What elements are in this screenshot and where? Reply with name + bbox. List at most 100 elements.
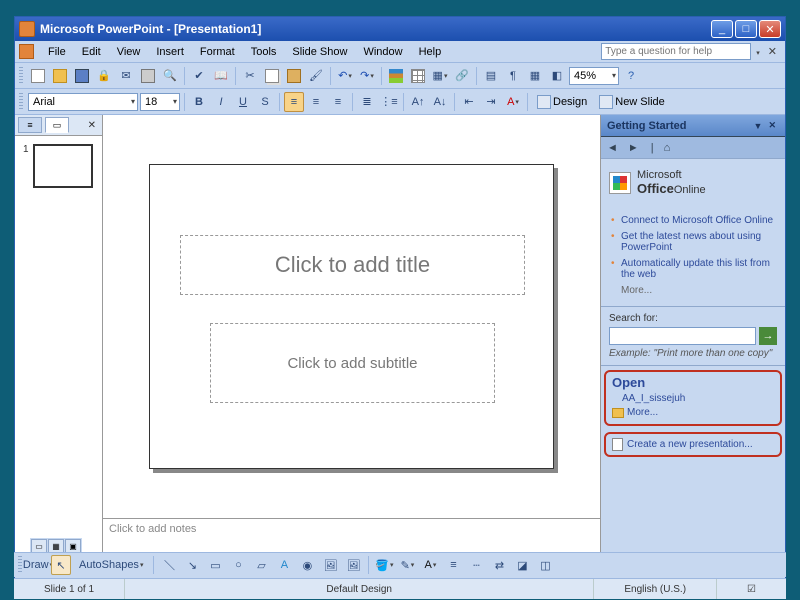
- decrease-font-button[interactable]: A↓: [430, 92, 450, 112]
- copy-button[interactable]: [262, 66, 282, 86]
- menu-window[interactable]: Window: [355, 44, 410, 60]
- print-preview-button[interactable]: 🔍: [160, 66, 180, 86]
- draw-menu[interactable]: Draw: [28, 555, 48, 575]
- save-button[interactable]: [72, 66, 92, 86]
- underline-button[interactable]: U: [233, 92, 253, 112]
- numbering-button[interactable]: ≣: [357, 92, 377, 112]
- diagram-button[interactable]: ◉: [297, 555, 317, 575]
- menu-slideshow[interactable]: Slide Show: [284, 44, 355, 60]
- title-placeholder[interactable]: Click to add title: [180, 235, 525, 295]
- font-size-combo[interactable]: 18: [140, 93, 180, 111]
- doc-close-button[interactable]: ✕: [764, 45, 781, 58]
- email-button[interactable]: ✉: [116, 66, 136, 86]
- align-left-button[interactable]: ≡: [284, 92, 304, 112]
- insert-picture-button[interactable]: 🖼: [343, 555, 363, 575]
- undo-button[interactable]: ↶: [335, 66, 355, 86]
- create-new-presentation-link[interactable]: Create a new presentation...: [612, 438, 774, 451]
- link-latest-news[interactable]: Get the latest news about using PowerPoi…: [621, 231, 775, 253]
- search-go-button[interactable]: →: [759, 327, 777, 345]
- fill-color-button[interactable]: 🪣: [374, 555, 394, 575]
- toolbar-handle[interactable]: [19, 93, 23, 111]
- taskpane-home-button[interactable]: ⌂: [664, 142, 671, 154]
- new-slide-button[interactable]: New Slide: [594, 92, 670, 112]
- insert-hyperlink-button[interactable]: 🔗: [452, 66, 472, 86]
- draw-font-color-button[interactable]: A: [420, 555, 440, 575]
- oval-button[interactable]: ○: [228, 555, 248, 575]
- menu-insert[interactable]: Insert: [148, 44, 192, 60]
- cut-button[interactable]: ✂: [240, 66, 260, 86]
- spelling-button[interactable]: ✔: [189, 66, 209, 86]
- bold-button[interactable]: B: [189, 92, 209, 112]
- print-button[interactable]: [138, 66, 158, 86]
- link-connect-office-online[interactable]: Connect to Microsoft Office Online: [621, 215, 775, 226]
- menu-edit[interactable]: Edit: [74, 44, 109, 60]
- 3d-style-button[interactable]: ◫: [535, 555, 555, 575]
- menu-format[interactable]: Format: [192, 44, 243, 60]
- rectangle-button[interactable]: ▭: [205, 555, 225, 575]
- permission-button[interactable]: 🔒: [94, 66, 114, 86]
- decrease-indent-button[interactable]: ⇤: [459, 92, 479, 112]
- subtitle-placeholder[interactable]: Click to add subtitle: [210, 323, 495, 403]
- zoom-combo[interactable]: 45%: [569, 67, 619, 85]
- insert-chart-button[interactable]: [386, 66, 406, 86]
- align-center-button[interactable]: ≡: [306, 92, 326, 112]
- italic-button[interactable]: I: [211, 92, 231, 112]
- taskpane-forward-button[interactable]: ►: [628, 142, 639, 154]
- line-style-button[interactable]: ≡: [443, 555, 463, 575]
- menu-file[interactable]: File: [40, 44, 74, 60]
- slides-tab[interactable]: ▭: [45, 117, 69, 133]
- taskpane-dropdown[interactable]: ▼: [751, 121, 766, 131]
- font-combo[interactable]: Arial: [28, 93, 138, 111]
- textbox-button[interactable]: ▱: [251, 555, 271, 575]
- show-grid-button[interactable]: ▦: [525, 66, 545, 86]
- increase-indent-button[interactable]: ⇥: [481, 92, 501, 112]
- link-more[interactable]: More...: [621, 285, 775, 296]
- autoshapes-menu[interactable]: AutoShapes: [74, 555, 148, 575]
- shadow-button[interactable]: S: [255, 92, 275, 112]
- taskpane-back-button[interactable]: ◄: [607, 142, 618, 154]
- menu-help[interactable]: Help: [411, 44, 450, 60]
- dash-style-button[interactable]: ┄: [466, 555, 486, 575]
- help-question-input[interactable]: [601, 43, 751, 60]
- close-button[interactable]: ✕: [759, 20, 781, 38]
- color-grayscale-button[interactable]: ◧: [547, 66, 567, 86]
- notes-pane[interactable]: Click to add notes: [103, 518, 600, 553]
- slide-canvas[interactable]: Click to add title Click to add subtitle: [103, 115, 600, 518]
- line-button[interactable]: ＼: [159, 555, 179, 575]
- research-button[interactable]: 📖: [211, 66, 231, 86]
- minimize-button[interactable]: _: [711, 20, 733, 38]
- arrow-button[interactable]: ↘: [182, 555, 202, 575]
- paste-button[interactable]: [284, 66, 304, 86]
- design-button[interactable]: Design: [532, 92, 592, 112]
- font-color-button[interactable]: A: [503, 92, 523, 112]
- format-painter-button[interactable]: 🖌: [306, 66, 326, 86]
- insert-table-button[interactable]: [408, 66, 428, 86]
- new-button[interactable]: [28, 66, 48, 86]
- wordart-button[interactable]: A: [274, 555, 294, 575]
- recent-file-link[interactable]: AA_I_sissejuh: [622, 393, 774, 404]
- outline-tab[interactable]: ≡: [18, 117, 42, 133]
- select-objects-button[interactable]: ↖: [51, 555, 71, 575]
- line-color-button[interactable]: ✎: [397, 555, 417, 575]
- show-formatting-button[interactable]: ¶: [503, 66, 523, 86]
- outline-close-button[interactable]: ✕: [85, 120, 99, 131]
- status-spelling-icon[interactable]: ☑: [717, 579, 786, 599]
- help-button[interactable]: ?: [621, 66, 641, 86]
- taskpane-close-button[interactable]: ✕: [765, 120, 779, 131]
- search-input[interactable]: [609, 327, 756, 345]
- open-button[interactable]: [50, 66, 70, 86]
- help-dropdown[interactable]: [751, 46, 764, 58]
- open-more-link[interactable]: More...: [612, 407, 774, 418]
- shadow-style-button[interactable]: ◪: [512, 555, 532, 575]
- align-right-button[interactable]: ≡: [328, 92, 348, 112]
- clipart-button[interactable]: 🖼: [320, 555, 340, 575]
- menu-view[interactable]: View: [109, 44, 149, 60]
- arrow-style-button[interactable]: ⇄: [489, 555, 509, 575]
- increase-font-button[interactable]: A↑: [408, 92, 428, 112]
- slide-thumbnail[interactable]: 1: [23, 144, 94, 188]
- redo-button[interactable]: ↷: [357, 66, 377, 86]
- maximize-button[interactable]: □: [735, 20, 757, 38]
- menu-tools[interactable]: Tools: [243, 44, 285, 60]
- link-auto-update[interactable]: Automatically update this list from the …: [621, 258, 775, 280]
- tables-borders-button[interactable]: ▦: [430, 66, 450, 86]
